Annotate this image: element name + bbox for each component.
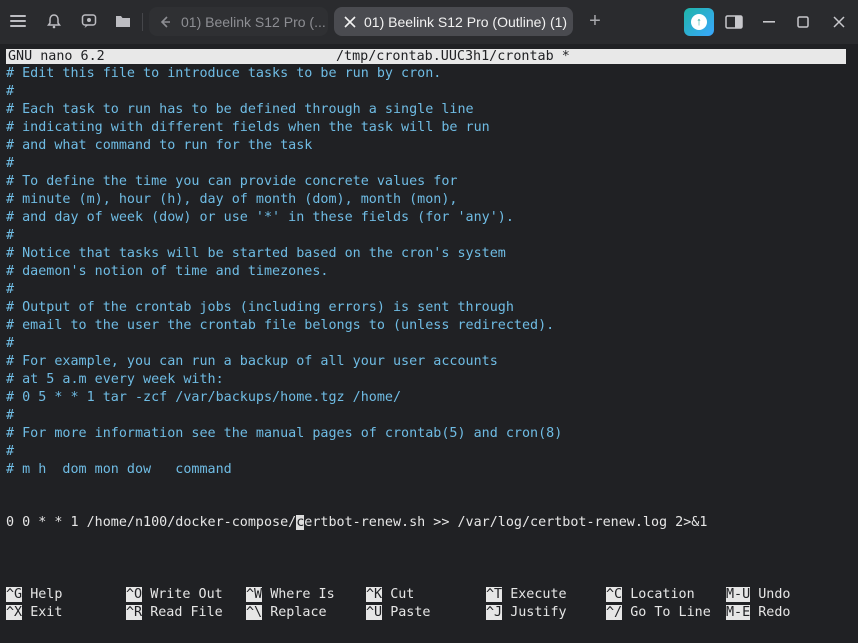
shortcut-key: ^U: [366, 605, 383, 620]
shortcut-write-out: ^O Write Out: [126, 586, 223, 604]
shortcut-replace: ^\ Replace: [246, 604, 327, 622]
shortcut-paste: ^U Paste: [366, 604, 431, 622]
shortcut-key: ^X: [6, 605, 23, 620]
tab-label: 01) Beelink S12 Pro (...: [181, 13, 326, 30]
shortcut-label: Justify: [510, 605, 567, 620]
maximize-icon[interactable]: [792, 10, 814, 34]
shortcut-cut: ^K Cut: [366, 586, 414, 604]
new-tab-plus-icon[interactable]: +: [584, 7, 606, 35]
shortcut-label: Write Out: [150, 587, 223, 602]
shortcut-key: ^K: [366, 587, 383, 602]
shortcut-undo: M-U Undo: [726, 586, 791, 604]
comment-line: # indicating with different fields when …: [6, 120, 490, 135]
comment-line: #: [6, 84, 15, 99]
comment-line: # minute (m), hour (h), day of month (do…: [6, 192, 458, 207]
shortcut-key: ^/: [606, 605, 623, 620]
shortcut-label: Execute: [510, 587, 567, 602]
shortcut-key: ^R: [126, 605, 143, 620]
shortcut-label: Exit: [30, 605, 63, 620]
comment-line: # Edit this file to introduce tasks to b…: [6, 66, 442, 81]
shortcut-location: ^C Location: [606, 586, 695, 604]
shortcut-exit: ^X Exit: [6, 604, 62, 622]
divider: [142, 13, 143, 31]
comment-line: # daemon's notion of time and timezones.: [6, 264, 329, 279]
shortcut-key: ^C: [606, 587, 623, 602]
shortcut-execute: ^T Execute: [486, 586, 567, 604]
comment-line: #: [6, 336, 15, 351]
comment-line: #: [6, 282, 15, 297]
nano-version: GNU nano 6.2: [8, 49, 105, 64]
sidebar-toggle-icon[interactable]: [723, 10, 745, 34]
shortcut-justify: ^J Justify: [486, 604, 567, 622]
shortcut-redo: M-E Redo: [726, 604, 791, 622]
comment-line: # and day of week (dow) or use '*' in th…: [6, 210, 514, 225]
shortcut-key: ^G: [6, 587, 23, 602]
comment-line: # at 5 a.m every week with:: [6, 372, 224, 387]
comment-line: #: [6, 444, 15, 459]
tab-label: 01) Beelink S12 Pro (Outline) (1): [364, 13, 568, 30]
tab-beelink-outline[interactable]: 01) Beelink S12 Pro (Outline) (1): [334, 7, 573, 36]
shortcut-help: ^G Help: [6, 586, 62, 604]
shortcut-label: Undo: [758, 587, 791, 602]
cron-entry-text: 0 0 * * 1 /home/n100/docker-compose/: [6, 515, 297, 530]
menu-icon[interactable]: [4, 7, 32, 35]
shortcut-label: Paste: [390, 605, 431, 620]
comment-line: #: [6, 408, 15, 423]
shortcut-key: M-U: [726, 587, 751, 602]
comment-line: # m h dom mon dow command: [6, 462, 232, 477]
extension-icon[interactable]: ↑: [684, 8, 714, 36]
shortcut-label: Redo: [758, 605, 791, 620]
shortcut-key: M-E: [726, 605, 751, 620]
comment-line: # Output of the crontab jobs (including …: [6, 300, 514, 315]
shortcut-label: Location: [630, 587, 695, 602]
shortcut-read-file: ^R Read File: [126, 604, 223, 622]
shortcut-label: Read File: [150, 605, 223, 620]
chat-icon[interactable]: [75, 7, 103, 35]
shortcut-where-is: ^W Where Is: [246, 586, 335, 604]
comment-line: #: [6, 228, 15, 243]
close-window-icon[interactable]: [828, 10, 850, 34]
shortcut-key: ^T: [486, 587, 503, 602]
comment-line: # For more information see the manual pa…: [6, 426, 563, 441]
cron-entry-line[interactable]: 0 0 * * 1 /home/n100/docker-compose/cert…: [6, 514, 707, 532]
folder-icon[interactable]: [109, 7, 137, 35]
nano-filename: /tmp/crontab.UUC3h1/crontab *: [336, 49, 570, 64]
comment-line: # For example, you can run a backup of a…: [6, 354, 498, 369]
shortcut-label: Go To Line: [630, 605, 711, 620]
comment-line: # and what command to run for the task: [6, 138, 313, 153]
minimize-icon[interactable]: [758, 10, 780, 34]
shortcut-key: ^J: [486, 605, 503, 620]
shortcut-go-to-line: ^/ Go To Line: [606, 604, 711, 622]
shortcut-key: ^W: [246, 587, 263, 602]
shortcut-label: Help: [30, 587, 63, 602]
tab-beelink-previous[interactable]: 01) Beelink S12 Pro (...: [149, 7, 328, 36]
cron-entry-text-rest: ertbot-renew.sh >> /var/log/certbot-rene…: [304, 515, 708, 530]
shortcut-label: Where Is: [270, 587, 335, 602]
close-icon[interactable]: [344, 15, 356, 28]
back-arrow-icon: [159, 15, 173, 29]
comment-line: # 0 5 * * 1 tar -zcf /var/backups/home.t…: [6, 390, 402, 405]
shortcut-key: ^O: [126, 587, 143, 602]
nano-title-bar: GNU nano 6.2 /tmp/crontab.UUC3h1/crontab…: [6, 49, 846, 64]
top-bar: 01) Beelink S12 Pro (... 01) Beelink S12…: [0, 0, 858, 44]
comment-line: # email to the user the crontab file bel…: [6, 318, 555, 333]
comment-line: # Each task to run has to be defined thr…: [6, 102, 474, 117]
comment-line: # To define the time you can provide con…: [6, 174, 458, 189]
terminal-window[interactable]: GNU nano 6.2 /tmp/crontab.UUC3h1/crontab…: [0, 44, 858, 643]
comment-line: # Notice that tasks will be started base…: [6, 246, 506, 261]
bell-icon[interactable]: [40, 7, 68, 35]
shortcut-key: ^\: [246, 605, 263, 620]
shortcut-label: Cut: [390, 587, 415, 602]
comment-line: #: [6, 156, 15, 171]
shortcut-label: Replace: [270, 605, 327, 620]
